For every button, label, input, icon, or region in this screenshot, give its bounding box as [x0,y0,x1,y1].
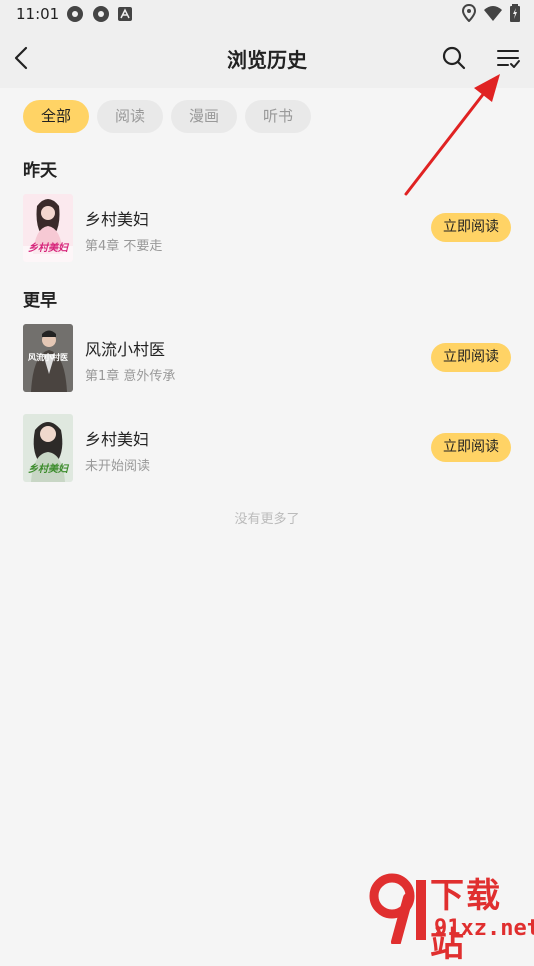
battery-icon [510,4,520,22]
read-now-button[interactable]: 立即阅读 [431,343,511,372]
book-cover[interactable]: 乡村美妇 [23,194,73,262]
tab-audiobooks[interactable]: 听书 [245,100,312,133]
book-title: 乡村美妇 [85,210,150,229]
notification-icons [66,5,132,23]
list-item[interactable]: 风流小村医 风流小村医 第1章 意外传承 立即阅读 [0,324,534,392]
read-now-button[interactable]: 立即阅读 [431,433,511,462]
book-cover[interactable]: 风流小村医 [23,324,73,392]
search-icon[interactable] [440,44,468,72]
tab-reading[interactable]: 阅读 [97,100,164,133]
no-more-text: 没有更多了 [234,512,300,527]
a-notification-icon [118,7,132,21]
book-title: 乡村美妇 [85,430,150,449]
watermark-url: 91xz.net [434,916,534,941]
status-time: 11:01 [16,5,60,23]
filter-tabs: 全部 阅读 漫画 听书 [23,100,312,133]
watermark-logo-icon [369,873,426,944]
book-progress: 第4章 不要走 [85,239,163,254]
section-title-earlier: 更早 [23,291,57,311]
site-watermark: 下载站 91xz.net [368,862,534,965]
cover-title: 乡村美妇 [28,243,68,254]
book-title: 风流小村医 [85,340,166,359]
app-notification-icon [67,6,83,22]
annotation-arrow [404,74,500,196]
location-icon [462,4,476,22]
book-progress: 未开始阅读 [85,459,151,474]
cover-title: 乡村美妇 [28,464,68,475]
manage-list-icon[interactable] [494,44,522,72]
tab-comics[interactable]: 漫画 [171,100,238,133]
tab-all[interactable]: 全部 [23,100,90,133]
book-progress: 第1章 意外传承 [85,369,176,384]
wifi-icon [484,6,502,21]
list-item[interactable]: 乡村美妇 乡村美妇 第4章 不要走 立即阅读 [0,194,534,262]
book-cover[interactable]: 乡村美妇 [23,414,73,482]
status-bar: 11:01 [0,0,534,28]
app-notification-icon [93,6,109,22]
cover-title: 风流小村医 [28,353,68,362]
section-title-yesterday: 昨天 [23,161,57,181]
list-item[interactable]: 乡村美妇 乡村美妇 未开始阅读 立即阅读 [0,414,534,482]
system-icons [462,4,520,22]
read-now-button[interactable]: 立即阅读 [431,213,511,242]
